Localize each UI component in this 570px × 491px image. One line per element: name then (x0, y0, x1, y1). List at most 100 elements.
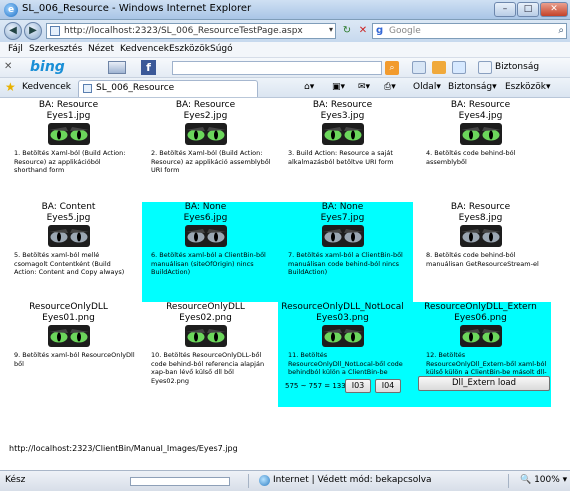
eyes-image (321, 325, 364, 347)
build-action-label: BA: Content (41, 202, 96, 212)
feeds-icon[interactable]: ▣▾ (332, 82, 345, 92)
tab-page-icon (83, 84, 92, 93)
menu-view[interactable]: Nézet (88, 44, 114, 54)
i03-button[interactable]: I03 (345, 379, 371, 393)
eyes-image (459, 123, 502, 145)
bing-search-icon[interactable]: ⌕ (385, 61, 399, 75)
security-zone[interactable]: Internet | Védett mód: bekapcsolva (273, 475, 432, 485)
menu-tools[interactable]: Eszközök (169, 44, 210, 54)
menu-edit[interactable]: Szerkesztés (29, 44, 82, 54)
window-title: SL_006_Resource - Windows Internet Explo… (22, 3, 252, 14)
search-placeholder[interactable]: Google (389, 26, 421, 36)
eyes-image (47, 123, 90, 145)
title-bar: e SL_006_Resource - Windows Internet Exp… (0, 0, 570, 20)
safety-menu-label: Biztonság (448, 82, 493, 92)
google-icon: g (376, 25, 384, 36)
zoom-level[interactable]: 🔍 100% ▾ (520, 475, 567, 485)
image-description: 4. Betöltés code behind-ból assemblyből (426, 149, 516, 166)
build-action-label: ResourceOnlyDLL (29, 302, 108, 312)
image-filename: Eyes4.jpg (458, 111, 503, 121)
chevron-down-icon[interactable]: ▾ (329, 25, 333, 34)
stop-icon[interactable]: ✕ (356, 24, 370, 38)
page-icon (50, 26, 60, 36)
image-filename: Eyes01.png (42, 313, 95, 323)
mail-icon[interactable] (108, 61, 126, 74)
build-action-label: BA: Resource (38, 100, 99, 110)
page-menu[interactable]: Oldal▾ (413, 82, 441, 92)
bing-search-input[interactable] (172, 61, 382, 75)
address-field[interactable]: http://localhost:2323/SL_006_ResourceTes… (46, 23, 336, 39)
eyes-image (184, 123, 227, 145)
close-button[interactable]: ✕ (540, 2, 568, 17)
home-icon[interactable]: ⌂▾ (304, 82, 314, 92)
news-icon[interactable] (412, 61, 426, 74)
eyes-image (184, 325, 227, 347)
ie-logo-icon: e (4, 3, 18, 17)
eyes-image (47, 325, 90, 347)
forward-button[interactable]: ▶ (24, 22, 42, 40)
safety-menu[interactable]: Biztonság▾ (448, 82, 497, 92)
favorites-label[interactable]: Kedvencek (22, 82, 71, 92)
image-filename: Eyes8.jpg (458, 213, 503, 223)
image-filename: Eyes1.jpg (46, 111, 91, 121)
tools-menu[interactable]: Eszközök▾ (505, 82, 550, 92)
messenger-icon[interactable] (478, 61, 492, 74)
menu-file[interactable]: Fájl (8, 44, 23, 54)
facebook-icon[interactable]: f (141, 60, 156, 75)
bing-logo[interactable]: bing (30, 59, 65, 75)
build-action-label: BA: None (184, 202, 227, 212)
hover-url: http://localhost:2323/ClientBin/Manual_I… (9, 444, 238, 453)
rss-icon[interactable] (432, 61, 446, 74)
image-description: 1. Betöltés Xaml-ból (Build Action: Reso… (14, 149, 126, 174)
build-action-label: BA: Resource (450, 202, 511, 212)
mail-cmd-icon[interactable]: ✉▾ (358, 82, 370, 92)
globe-icon (259, 475, 270, 486)
build-action-label: BA: None (321, 202, 364, 212)
image-filename: Eyes6.jpg (183, 213, 228, 223)
refresh-icon[interactable]: ↻ (340, 24, 354, 38)
image-description: 7. Betöltés xaml-ból a ClientBin-ből man… (288, 251, 403, 276)
address-url[interactable]: http://localhost:2323/SL_006_ResourceTes… (64, 26, 303, 36)
minimize-button[interactable]: – (494, 2, 516, 17)
maximize-button[interactable]: □ (517, 2, 539, 17)
build-action-label: BA: Resource (450, 100, 511, 110)
search-field[interactable]: g Google ⌕ (372, 23, 567, 39)
print-icon[interactable]: ⎙▾ (384, 82, 396, 92)
i04-button[interactable]: I04 (375, 379, 401, 393)
back-button[interactable]: ◀ (4, 22, 22, 40)
weather-icon[interactable] (452, 61, 466, 74)
tab-current[interactable]: SL_006_Resource (78, 80, 258, 97)
progress-bar (130, 477, 230, 486)
menu-favorites[interactable]: Kedvencek (120, 44, 169, 54)
build-action-label: ResourceOnlyDLL_NotLocal (281, 302, 404, 312)
image-cell: ResourceOnlyDLL_NotLocal Eyes03.png 11. Be… (274, 302, 411, 377)
calc-text: 575 ~ 757 = 1332 (285, 382, 351, 390)
build-action-label: BA: Resource (175, 100, 236, 110)
image-cell: ResourceOnlyDLL Eyes02.png 10. Betöltés Re… (137, 302, 274, 385)
star-icon[interactable]: ★ (5, 80, 16, 94)
image-filename: Eyes2.jpg (183, 111, 228, 121)
eyes-image (321, 225, 364, 247)
dll-extern-load-button[interactable]: Dll_Extern load (418, 376, 550, 391)
eyes-image (459, 225, 502, 247)
image-description: 2. Betöltés Xaml-ból (Build Action: Reso… (151, 149, 271, 174)
image-cell: BA: Resource Eyes8.jpg 8. Betöltés code be… (412, 202, 549, 268)
image-description: 8. Betöltés code behind-ból manuálisan G… (426, 251, 539, 268)
image-description: 10. Betöltés ResourceOnlyDLL-ből code be… (151, 351, 265, 385)
menu-help[interactable]: Súgó (210, 44, 233, 54)
close-toolbar-icon[interactable]: ✕ (4, 61, 12, 72)
eyes-image (321, 123, 364, 145)
image-filename: Eyes7.jpg (320, 213, 365, 223)
favorites-bar: ★ Kedvencek SL_006_Resource ⌂▾ ▣▾ ✉▾ ⎙▾ … (0, 78, 570, 98)
menu-bar: Fájl Szerkesztés Nézet Kedvencek Eszközö… (0, 42, 570, 58)
image-cell: BA: None Eyes7.jpg 7. Betöltés xaml-ból a … (274, 202, 411, 277)
biztonsag-toolbar-label[interactable]: Biztonság (495, 62, 539, 72)
search-icon[interactable]: ⌕ (558, 25, 564, 36)
image-filename: Eyes03.png (316, 313, 369, 323)
image-cell: BA: Resource Eyes3.jpg 3. Build Action: Re… (274, 100, 411, 166)
build-action-label: BA: Resource (312, 100, 373, 110)
image-description: 9. Betöltés xaml-ból ResourceOnlyDll ből (14, 351, 135, 368)
status-separator (508, 474, 509, 488)
image-description: 3. Build Action: Resource a saját alkalm… (288, 149, 394, 166)
image-filename: Eyes5.jpg (46, 213, 91, 223)
